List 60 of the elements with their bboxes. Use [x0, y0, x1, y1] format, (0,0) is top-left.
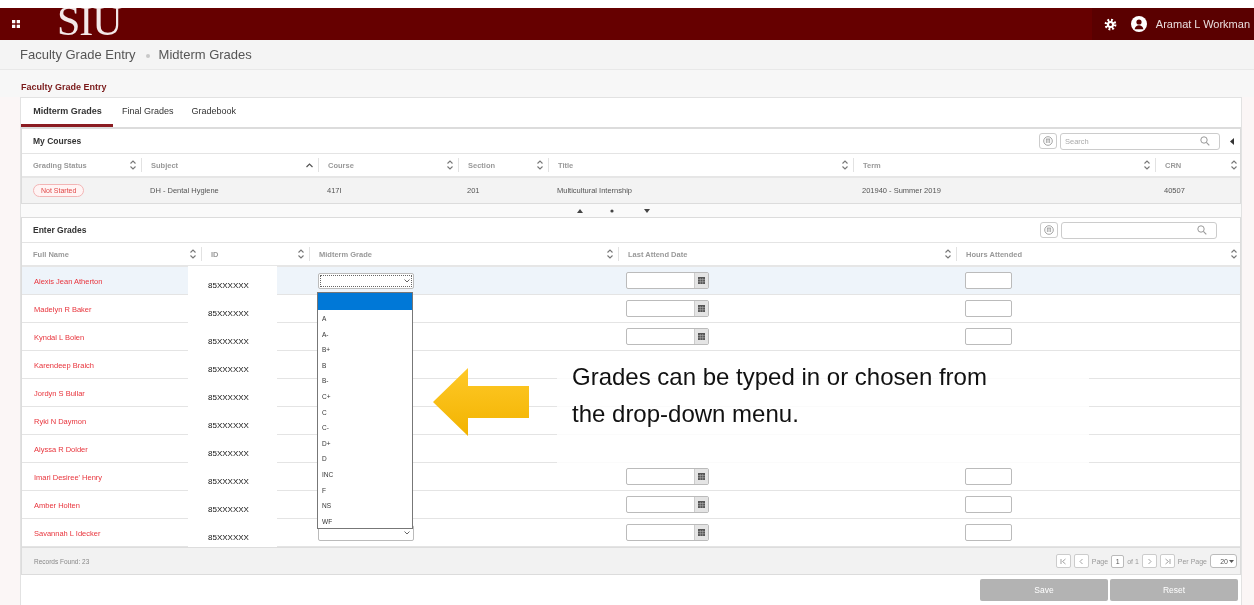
callout-text: Grades can be typed in or chosen from the drop-down menu. — [572, 362, 988, 429]
sort-icon[interactable] — [945, 249, 951, 259]
calendar-icon[interactable] — [698, 305, 705, 312]
section-title: Enter Grades — [33, 225, 87, 235]
column-settings-button[interactable] — [1039, 133, 1057, 149]
breadcrumb-current: Midterm Grades — [158, 47, 252, 62]
sort-ascending-icon[interactable] — [306, 162, 313, 168]
id-cell: 85XXXXXX — [188, 266, 277, 295]
sort-icon[interactable] — [298, 249, 304, 259]
date-field[interactable] — [626, 496, 709, 513]
last-page-icon[interactable] — [1163, 557, 1171, 565]
calendar-icon[interactable] — [698, 501, 705, 508]
arrow-icon — [431, 366, 531, 438]
sort-icon[interactable] — [607, 249, 613, 259]
search-icon[interactable] — [1200, 136, 1210, 146]
sort-icon[interactable] — [190, 249, 196, 259]
calendar-icon[interactable] — [698, 277, 705, 284]
search-icon[interactable] — [1197, 225, 1207, 235]
date-field[interactable] — [626, 272, 709, 289]
user-avatar-icon[interactable] — [1130, 16, 1147, 32]
chevron-down-icon[interactable] — [1229, 559, 1234, 563]
sort-icon[interactable] — [130, 160, 136, 170]
hours-field[interactable] — [965, 328, 1012, 345]
tab[interactable]: Gradebook — [182, 98, 246, 127]
date-field[interactable] — [626, 328, 709, 345]
hours-field[interactable] — [965, 524, 1012, 541]
settings-icon[interactable] — [1103, 17, 1117, 31]
collapse-icon[interactable] — [1230, 137, 1234, 145]
calendar-icon[interactable] — [698, 333, 705, 340]
sort-icon[interactable] — [537, 160, 543, 170]
hours-field[interactable] — [965, 272, 1012, 289]
column-settings-button[interactable] — [1040, 222, 1058, 238]
calendar-icon[interactable] — [698, 529, 705, 536]
chevron-down-icon[interactable] — [404, 530, 410, 535]
first-page-icon[interactable] — [1059, 557, 1067, 565]
date-field[interactable] — [626, 468, 709, 485]
dot-icon — [610, 208, 614, 213]
hours-field[interactable] — [965, 496, 1012, 513]
sort-icon[interactable] — [1231, 249, 1237, 259]
grade-select[interactable] — [318, 272, 414, 289]
sort-icon[interactable] — [447, 160, 453, 170]
move-down-icon[interactable] — [644, 208, 650, 213]
sort-icon[interactable] — [1231, 160, 1237, 170]
search-field[interactable] — [1061, 221, 1217, 239]
sort-icon[interactable] — [842, 160, 848, 170]
date-field[interactable] — [626, 300, 709, 317]
sort-icon[interactable] — [1144, 160, 1150, 170]
separator-icon — [145, 53, 150, 58]
menu-icon[interactable] — [12, 20, 20, 28]
hours-field[interactable] — [965, 300, 1012, 317]
page-title: Faculty Grade Entry — [21, 82, 107, 92]
breadcrumb-link[interactable]: Faculty Grade Entry — [20, 47, 136, 62]
tab[interactable]: Final Grades — [113, 98, 183, 127]
date-field[interactable] — [626, 524, 709, 541]
chevron-down-icon[interactable] — [404, 278, 410, 283]
calendar-icon[interactable] — [698, 473, 705, 480]
tab[interactable]: Midterm Grades — [21, 98, 113, 127]
hours-field[interactable] — [965, 468, 1012, 485]
section-title: My Courses — [33, 136, 82, 146]
move-up-icon[interactable] — [577, 208, 583, 213]
